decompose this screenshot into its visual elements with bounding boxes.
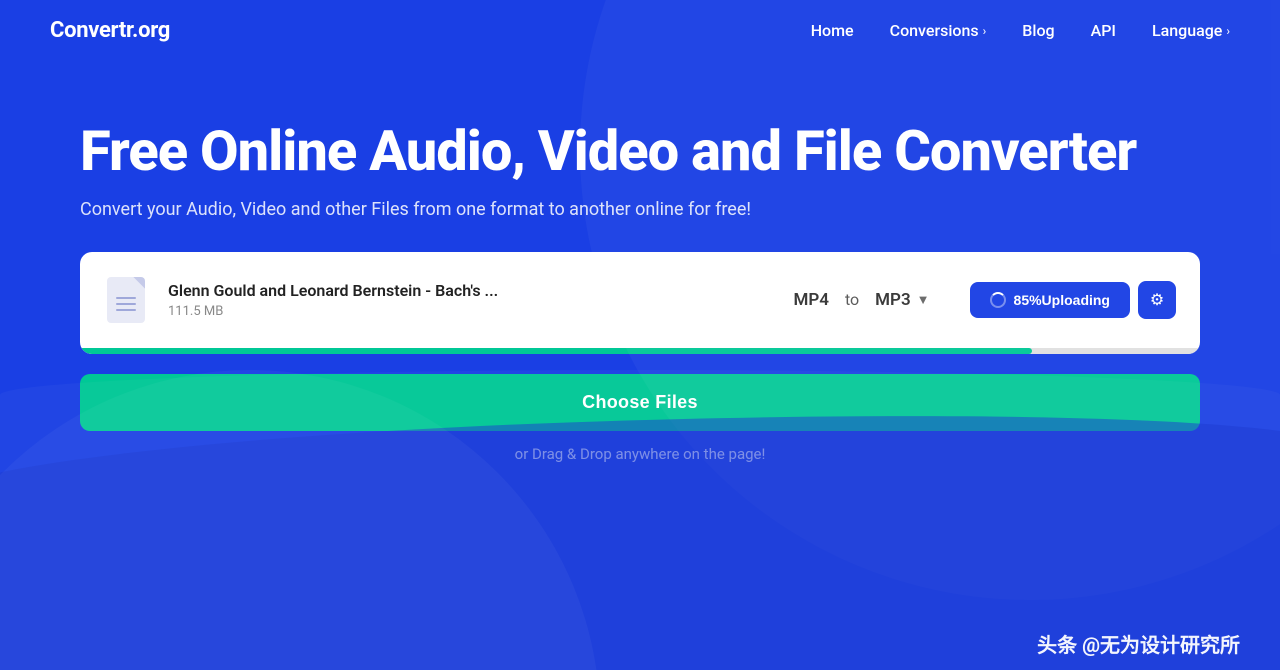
file-icon-wrap: [104, 274, 148, 326]
chevron-right-icon-lang: ›: [1226, 24, 1230, 38]
file-icon: [107, 277, 145, 323]
watermark: 头条 @无为设计研究所: [1037, 629, 1240, 658]
chevron-right-icon: ›: [983, 24, 987, 38]
